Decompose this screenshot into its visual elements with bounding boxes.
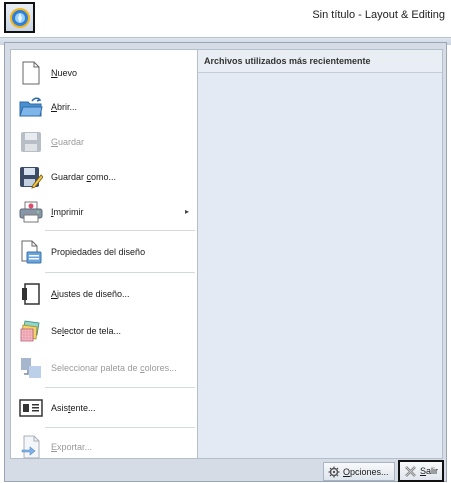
label-rest: omo... [91,172,117,182]
menu-bottom-bar: Opciones... Salir [5,460,446,482]
label-rest: Se [51,326,63,336]
label-rest: olores... [144,363,177,373]
label-rest: mprimir [53,207,84,217]
options-label: Opciones... [343,466,389,477]
app-logo-icon [9,7,31,29]
application-menu: Nuevo Abrir... Guardar Guardar como... I… [4,42,447,482]
label-rest: uardar [58,137,85,147]
label-rest: uevo [57,68,78,78]
color-palette-icon [18,355,44,381]
menu-item-label: Nuevo [51,68,78,78]
label-rest: Guardar [51,172,87,182]
exit-button[interactable]: Salir [398,460,444,482]
menu-item-label: Propiedades del diseño [51,247,146,257]
menu-item-label: Ajustes de diseño... [51,289,130,299]
close-icon [404,465,417,478]
menu-item-label: Exportar... [51,442,93,452]
menu-separator [45,272,195,273]
menu-item-save[interactable]: Guardar [13,126,195,158]
window-title: Sin título - Layout & Editing [312,9,445,21]
menu-separator [45,427,195,428]
menu-item-label: Abrir... [51,102,78,112]
menu-item-design-settings[interactable]: Ajustes de diseño... [13,278,195,310]
menu-item-label: Seleccionar paleta de colores... [51,363,177,373]
menu-item-wizard[interactable]: Asistente... [13,392,195,424]
title-bar: Sin título - Layout & Editing [0,0,451,37]
menu-item-save-as[interactable]: Guardar como... [13,161,195,193]
gear-icon [328,466,340,478]
recent-files-header: Archivos utilizados más recientemente [198,50,442,73]
menu-item-print[interactable]: Imprimir ▸ [13,196,195,228]
design-properties-icon [18,239,44,265]
menu-commands-panel: Nuevo Abrir... Guardar Guardar como... I… [10,49,198,459]
menu-item-export[interactable]: Exportar... [13,431,195,463]
menu-item-open[interactable]: Abrir... [13,91,195,123]
save-as-icon [18,164,44,190]
label-rest: pciones... [350,466,389,477]
export-icon [18,434,44,460]
label-rest: ente... [70,403,96,413]
menu-item-color-palette[interactable]: Seleccionar paleta de colores... [13,352,195,384]
options-button[interactable]: Opciones... [323,462,395,481]
design-settings-icon [18,281,44,307]
menu-item-label: Guardar como... [51,172,117,182]
menu-item-new[interactable]: Nuevo [13,57,195,89]
label-rest: xportar... [57,442,93,452]
fabric-selector-icon [18,318,44,344]
application-menu-button[interactable] [4,2,35,33]
menu-item-label: Guardar [51,137,85,147]
label-rest: brir... [57,102,78,112]
menu-separator [45,230,195,231]
application-window: Sin título - Layout & Editing Nuevo Abri… [0,0,451,483]
label-rest: alir [426,466,439,476]
label-rest: ector de tela... [64,326,122,336]
menu-item-label: Asistente... [51,403,96,413]
label-rest: Seleccionar paleta de [51,363,141,373]
label-rest: justes de diseño... [57,289,130,299]
open-folder-icon [18,94,44,120]
print-icon [18,199,44,225]
wizard-icon [18,395,44,421]
menu-item-design-properties[interactable]: Propiedades del diseño [13,236,195,268]
label-rest: Asis [51,403,69,413]
save-icon [18,129,44,155]
menu-item-fabric-selector[interactable]: Selector de tela... [13,315,195,347]
submenu-arrow-icon: ▸ [184,207,189,216]
menu-item-label: Selector de tela... [51,326,122,336]
exit-label: Salir [420,466,439,476]
menu-item-label: Imprimir [51,207,84,217]
menu-separator [45,387,195,388]
recent-files-panel: Archivos utilizados más recientemente [197,49,443,459]
new-document-icon [18,60,44,86]
